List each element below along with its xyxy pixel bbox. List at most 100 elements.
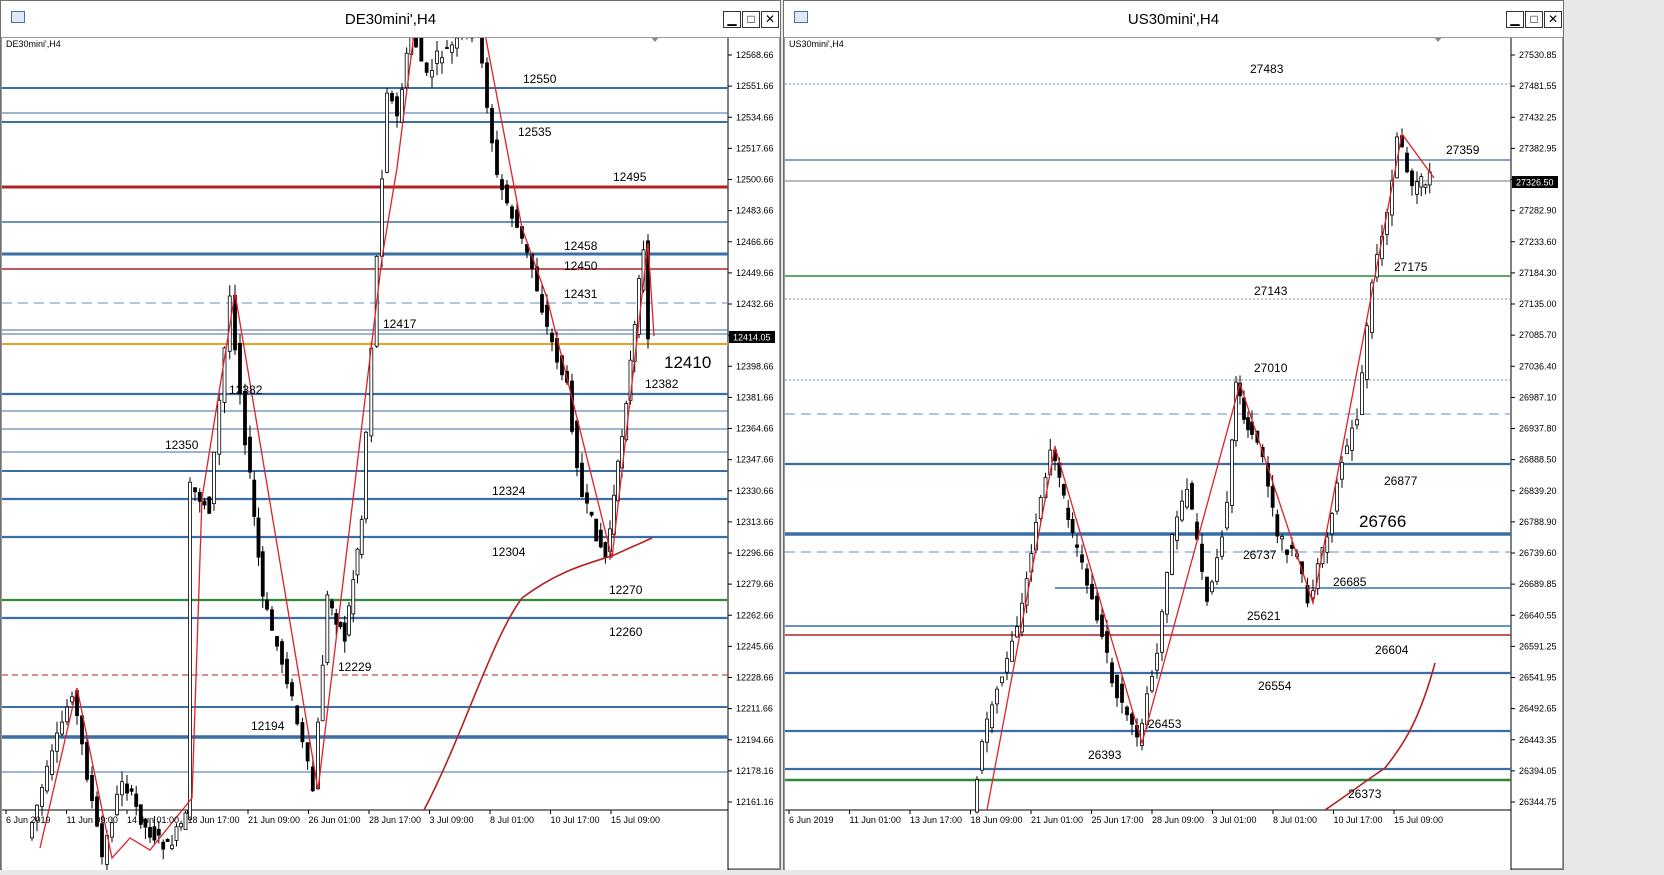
candle-body	[1335, 482, 1339, 512]
price-axis-label: 26640.55	[1519, 610, 1557, 620]
time-axis-label: 28 Jun 17:00	[369, 815, 421, 825]
candle-body	[589, 511, 594, 516]
candle-body	[440, 57, 444, 64]
time-axis-label: 3 Jul 01:00	[1213, 815, 1257, 825]
candle-body	[455, 37, 459, 49]
candle-body	[598, 529, 603, 548]
candle-body	[55, 732, 59, 752]
price-chart[interactable]: US30mini',H4 27483 27359 27175 27143 270…	[784, 36, 1564, 870]
candle-body	[330, 600, 334, 609]
price-axis-label: 12500.66	[736, 175, 774, 185]
candle-body	[70, 696, 74, 703]
candle-body	[60, 721, 64, 735]
candle-body	[125, 783, 129, 794]
candle-body	[1325, 536, 1330, 553]
candle-body	[385, 92, 389, 173]
key-level-label: 12410	[664, 353, 711, 372]
candle-body	[212, 451, 216, 505]
time-axis-label: 26 Jun 01:00	[309, 815, 361, 825]
candle-body	[364, 431, 368, 520]
time-axis-label: 13 Jun 17:00	[910, 815, 962, 825]
level-label: 12304	[492, 545, 526, 559]
candle-body	[1070, 518, 1075, 533]
candle-body	[1230, 439, 1234, 506]
window-title: US30mini',H4	[1127, 11, 1220, 28]
level-label: 12382	[645, 377, 679, 391]
key-level-label: 26766	[1359, 512, 1406, 531]
candle-body	[380, 178, 384, 257]
candle-body	[1405, 152, 1409, 173]
candle-body	[1200, 543, 1204, 572]
close-icon[interactable]: ✕	[1544, 11, 1562, 28]
candle-body	[585, 492, 589, 504]
candle-body	[1150, 676, 1154, 692]
candle-body	[1105, 631, 1109, 653]
candle-body	[450, 44, 454, 53]
candle-body	[540, 294, 544, 313]
candle-body	[207, 496, 212, 514]
chart-window-de30[interactable]: DE30mini',H4 ▁ □ ✕ DE30mini',H4 12550 12…	[0, 0, 781, 871]
level-label: 12458	[564, 239, 598, 253]
level-label: 26685	[1333, 575, 1367, 589]
title-bar[interactable]: DE30mini',H4 ▁ □ ✕	[1, 1, 780, 38]
candlestick-chart[interactable]: US30mini',H4 27483 27359 27175 27143 270…	[785, 36, 1564, 870]
candle-body	[129, 788, 134, 792]
candle-body	[545, 304, 549, 327]
candle-body	[995, 688, 999, 705]
time-axis-label: 3 Jul 09:00	[430, 815, 474, 825]
candle-body	[480, 22, 484, 64]
price-axis-label: 27135.00	[1519, 299, 1557, 309]
maximize-icon[interactable]: □	[1525, 11, 1543, 28]
candle-body	[1170, 534, 1174, 575]
price-axis-label: 12534.66	[736, 112, 774, 122]
price-axis-label: 27036.40	[1519, 361, 1557, 371]
title-bar[interactable]: US30mini',H4 ▁ □ ✕	[784, 1, 1563, 38]
level-label: 26453	[1148, 717, 1182, 731]
level-label: 12270	[609, 583, 643, 597]
candle-body	[325, 594, 330, 663]
candle-body	[243, 390, 247, 446]
candle-body	[1090, 583, 1094, 600]
level-label: 26877	[1384, 474, 1418, 488]
candle-body	[435, 50, 439, 64]
level-label: 12431	[564, 287, 598, 301]
price-axis-label: 26344.75	[1519, 797, 1557, 807]
price-axis-label: 26591.25	[1519, 641, 1557, 651]
candle-body	[65, 706, 69, 723]
candle-body	[165, 838, 170, 842]
price-axis-label: 26839.20	[1519, 486, 1557, 496]
price-axis-label: 12432.66	[736, 299, 774, 309]
candle-body	[1095, 595, 1099, 621]
candle-body	[1275, 514, 1280, 537]
price-axis-label: 12211.66	[736, 704, 773, 714]
candle-body	[1115, 674, 1119, 699]
time-axis-label: 28 Jun 09:00	[1152, 815, 1204, 825]
candle-body	[495, 139, 499, 175]
maximize-icon[interactable]: □	[742, 11, 760, 28]
candle-body	[280, 641, 284, 665]
minimize-icon[interactable]: ▁	[723, 11, 741, 28]
price-axis-label: 12178.16	[736, 766, 774, 776]
candle-body	[1165, 572, 1169, 615]
price-axis-label: 12194.66	[736, 735, 774, 745]
price-axis-label: 27184.30	[1519, 268, 1557, 278]
candle-body	[1005, 658, 1009, 673]
price-axis-label: 26689.85	[1519, 579, 1557, 589]
close-icon[interactable]: ✕	[761, 11, 779, 28]
time-axis-label: 6 Jun 2019	[6, 815, 51, 825]
chart-window-us30[interactable]: US30mini',H4 ▁ □ ✕ US30mini',H4 27483 27…	[783, 0, 1564, 870]
candle-body	[580, 462, 584, 497]
candle-body	[248, 436, 252, 473]
minimize-icon[interactable]: ▁	[1506, 11, 1524, 28]
price-axis-label: 27282.90	[1519, 206, 1557, 216]
candle-body	[1210, 581, 1214, 593]
candle-body	[550, 332, 554, 343]
level-label: 12260	[609, 625, 643, 639]
candlestick-chart[interactable]: DE30mini',H4 12550 12535 12495 12458 124…	[2, 17, 781, 871]
price-chart[interactable]: DE30mini',H4 12550 12535 12495 12458 124…	[1, 17, 781, 871]
candle-body	[1360, 372, 1364, 416]
candle-body	[990, 704, 994, 729]
level-label: 26393	[1088, 748, 1122, 762]
level-label: 26604	[1375, 643, 1409, 657]
level-label: 26373	[1348, 787, 1382, 801]
